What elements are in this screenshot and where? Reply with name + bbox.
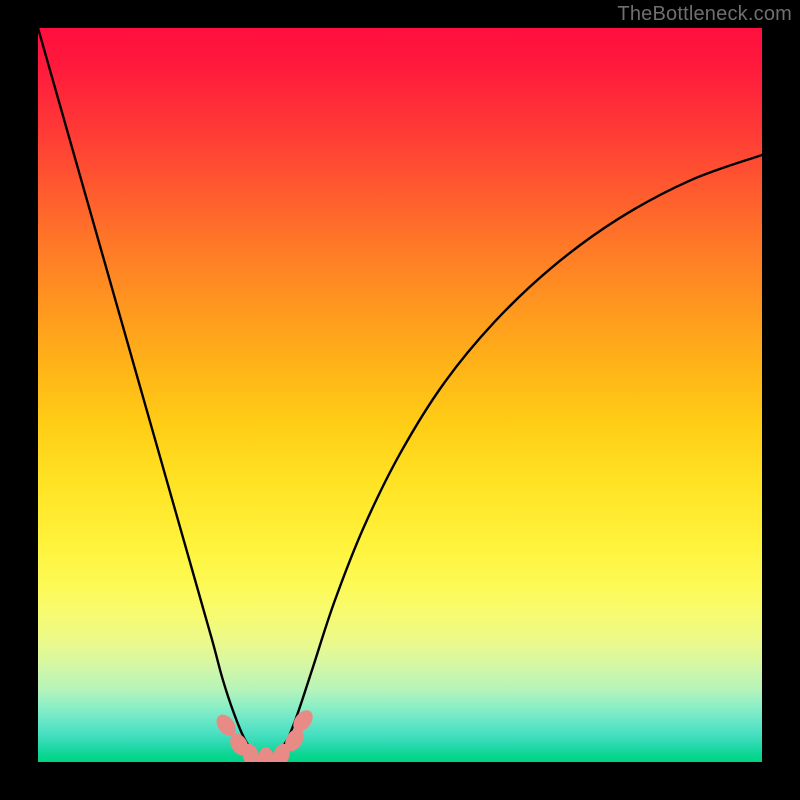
bottleneck-curve-svg xyxy=(38,28,762,762)
curve-markers-group xyxy=(213,707,317,762)
curve-marker xyxy=(258,747,274,762)
attribution-label: TheBottleneck.com xyxy=(617,3,792,26)
plot-area xyxy=(38,28,762,762)
bottleneck-curve-line xyxy=(38,28,762,759)
chart-frame: TheBottleneck.com xyxy=(0,0,800,800)
